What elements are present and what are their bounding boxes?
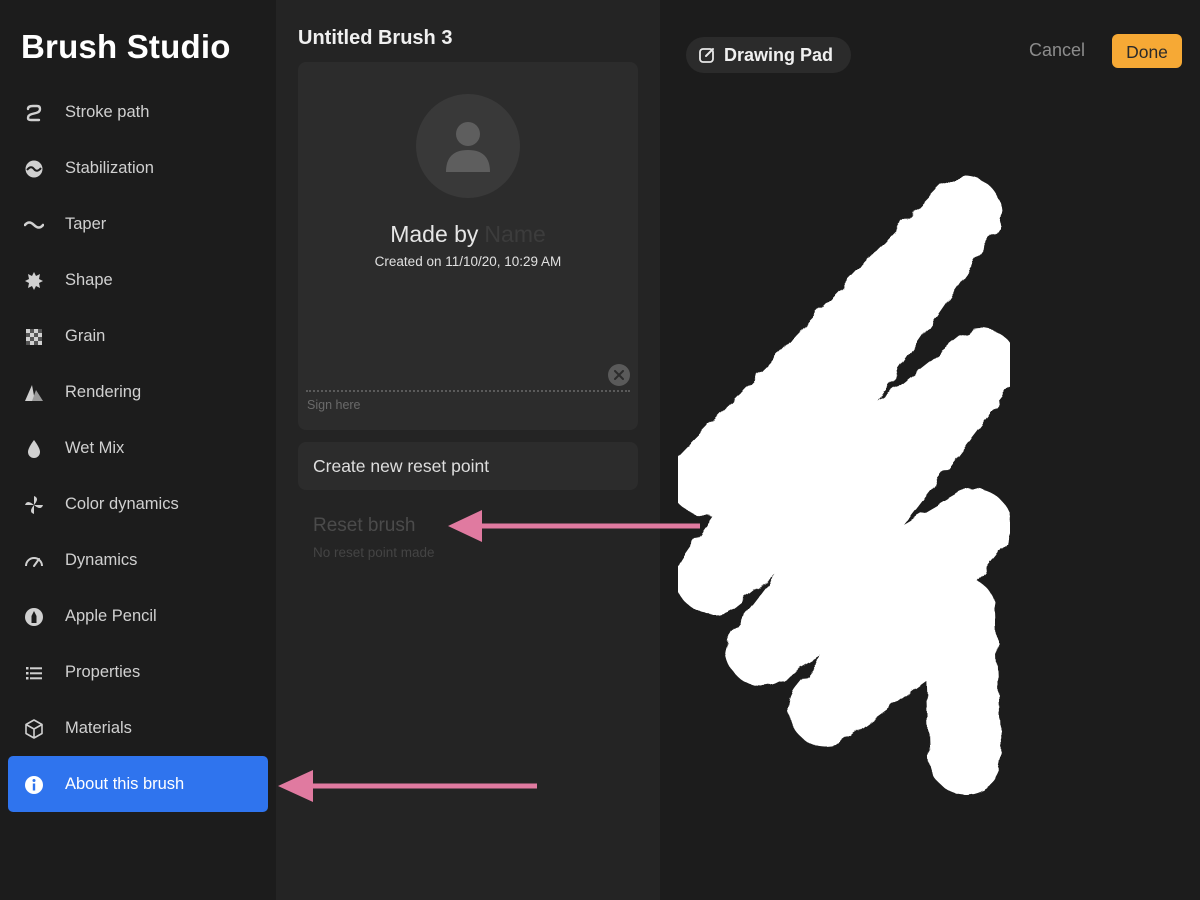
sidebar-item-label: Wet Mix <box>65 438 125 457</box>
sidebar-item-label: Shape <box>65 270 113 289</box>
sidebar-item-shape[interactable]: Shape <box>8 252 268 308</box>
sidebar-item-properties[interactable]: Properties <box>8 644 268 700</box>
properties-list-icon <box>24 663 44 683</box>
apple-pencil-icon <box>24 607 44 627</box>
stabilization-icon <box>24 159 44 179</box>
done-button-label: Done <box>1126 42 1168 62</box>
dynamics-gauge-icon <box>24 551 44 571</box>
reset-brush-button[interactable]: Reset brush <box>313 515 415 537</box>
sidebar-nav: Stroke path Stabilization Taper Shape Gr… <box>8 84 268 812</box>
brush-name: Untitled Brush 3 <box>298 27 453 49</box>
app-title: Brush Studio <box>21 28 231 65</box>
sidebar-item-label: Materials <box>65 718 132 737</box>
stroke-path-icon <box>24 103 44 123</box>
author-name[interactable]: Name <box>484 221 545 247</box>
drawing-pad[interactable]: Drawing Pad Cancel Done <box>660 0 1200 900</box>
taper-icon <box>24 215 44 235</box>
sidebar-item-label: Color dynamics <box>65 494 179 513</box>
sidebar-item-stabilization[interactable]: Stabilization <box>8 140 268 196</box>
materials-cube-icon <box>24 719 44 739</box>
sidebar-item-wet-mix[interactable]: Wet Mix <box>8 420 268 476</box>
clear-signature-button[interactable] <box>608 364 630 386</box>
rendering-icon <box>24 383 44 403</box>
cancel-button[interactable]: Cancel <box>1029 40 1085 61</box>
sidebar-item-apple-pencil[interactable]: Apple Pencil <box>8 588 268 644</box>
sidebar-item-color-dynamics[interactable]: Color dynamics <box>8 476 268 532</box>
sidebar: Brush Studio Stroke path Stabilization T… <box>0 0 276 900</box>
sidebar-item-label: Grain <box>65 326 106 345</box>
grain-icon <box>24 327 44 347</box>
made-by-label: Made by <box>390 221 479 247</box>
signature-line[interactable] <box>306 390 630 392</box>
create-reset-point-button[interactable]: Create new reset point <box>298 442 638 490</box>
sidebar-item-rendering[interactable]: Rendering <box>8 364 268 420</box>
sidebar-item-label: Dynamics <box>65 550 138 569</box>
sidebar-item-label: Apple Pencil <box>65 606 157 625</box>
sidebar-item-taper[interactable]: Taper <box>8 196 268 252</box>
sidebar-item-label: Stabilization <box>65 158 154 177</box>
brush-stroke-preview <box>670 176 1018 794</box>
edit-icon <box>699 48 714 63</box>
made-by-line: Made by Name <box>298 221 638 248</box>
sidebar-item-about-this-brush[interactable]: About this brush <box>8 756 268 812</box>
sidebar-item-label: Properties <box>65 662 141 681</box>
reset-brush-subtitle: No reset point made <box>313 545 435 560</box>
sidebar-item-label: About this brush <box>65 774 185 793</box>
avatar[interactable] <box>416 94 520 198</box>
create-reset-point-label: Create new reset point <box>313 456 490 476</box>
sidebar-item-label: Rendering <box>65 382 142 401</box>
drawing-pad-chip[interactable]: Drawing Pad <box>686 37 851 73</box>
sidebar-item-grain[interactable]: Grain <box>8 308 268 364</box>
person-icon <box>446 122 490 172</box>
wet-mix-icon <box>24 439 44 459</box>
info-icon <box>24 775 44 795</box>
sidebar-item-dynamics[interactable]: Dynamics <box>8 532 268 588</box>
sidebar-item-materials[interactable]: Materials <box>8 700 268 756</box>
sidebar-item-label: Taper <box>65 214 107 233</box>
sidebar-item-stroke-path[interactable]: Stroke path <box>8 84 268 140</box>
sidebar-item-label: Stroke path <box>65 102 150 121</box>
signature-card: Made by Name Created on 11/10/20, 10:29 A… <box>298 62 638 430</box>
done-button[interactable]: Done <box>1112 34 1182 68</box>
color-dynamics-icon <box>24 495 44 515</box>
shape-icon <box>24 271 44 291</box>
close-icon <box>614 370 624 380</box>
about-panel: Untitled Brush 3 Made by Name Created on … <box>276 0 660 900</box>
created-date: Created on 11/10/20, 10:29 AM <box>374 254 562 269</box>
drawing-pad-title: Drawing Pad <box>724 45 834 65</box>
signature-placeholder: Sign here <box>307 398 361 412</box>
